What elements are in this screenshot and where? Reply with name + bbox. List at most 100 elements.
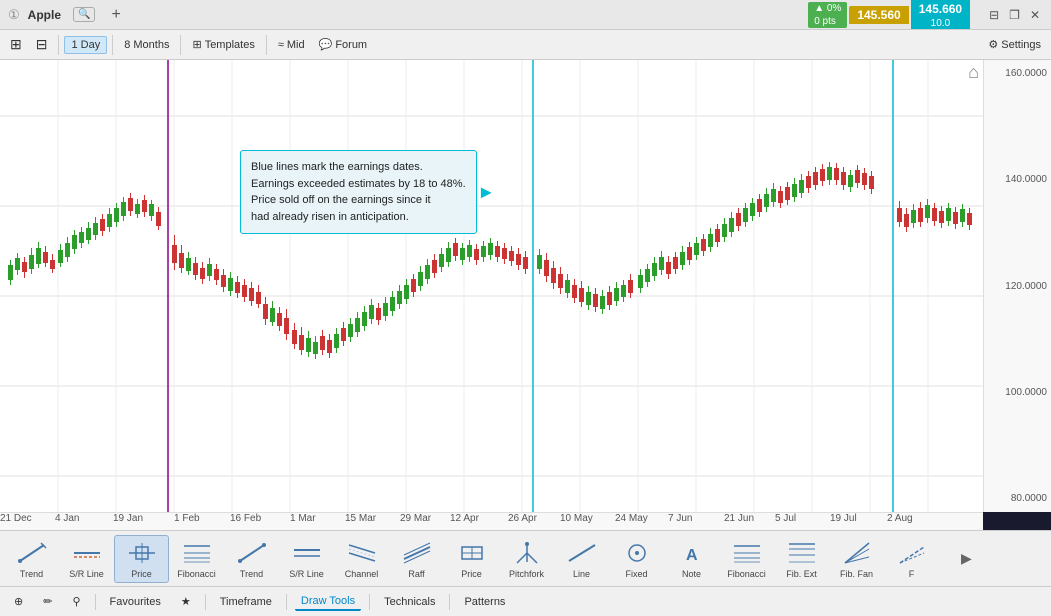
- chart-container: Blue lines mark the earnings dates.Earni…: [0, 60, 1051, 512]
- favourites-tab[interactable]: Favourites: [104, 594, 167, 610]
- x-label-1feb: 1 Feb: [174, 513, 200, 524]
- annotation-text: Blue lines mark the earnings dates.Earni…: [251, 161, 466, 223]
- draw-tools-tab[interactable]: Draw Tools: [295, 593, 361, 611]
- candles-december: [8, 242, 55, 285]
- star-button[interactable]: ★: [175, 593, 197, 610]
- magnet-tool-button[interactable]: ⚲: [66, 593, 86, 610]
- sr-line2-icon: [291, 539, 323, 567]
- mid-label: Mid: [287, 39, 305, 51]
- toolbar: ⊞ ⊟ 1 Day 8 Months ⊞ Templates ≈ Mid 💬 F…: [0, 30, 1051, 60]
- status-bar: ⊕ ✏ ⚲ Favourites ★ Timeframe Draw Tools …: [0, 586, 1051, 616]
- price-info: ▲ 0% 0 pts 145.560 145.660 10.0: [808, 0, 970, 29]
- minimize-button[interactable]: ⊟: [986, 8, 1002, 22]
- f-icon: [896, 539, 928, 567]
- y-label-100: 100.0000: [988, 387, 1047, 398]
- pitchfork-icon: [511, 539, 543, 567]
- y-label-120: 120.0000: [988, 281, 1047, 292]
- x-label-21jun: 21 Jun: [724, 513, 754, 524]
- tool-sr-line2-label: S/R Line: [289, 569, 324, 579]
- tool-trend2[interactable]: Trend: [224, 535, 279, 583]
- tool-pitchfork[interactable]: Pitchfork: [499, 535, 554, 583]
- tool-trend1[interactable]: Trend: [4, 535, 59, 583]
- search-button[interactable]: 🔍: [73, 7, 95, 22]
- forum-label: Forum: [335, 39, 367, 51]
- draw-tools-label: Draw Tools: [301, 595, 355, 607]
- tool-fibonacci2[interactable]: Fibonacci: [719, 535, 774, 583]
- timeframe-tab[interactable]: Timeframe: [214, 594, 278, 610]
- tool-line[interactable]: Line: [554, 535, 609, 583]
- x-label-19jul: 19 Jul: [830, 513, 857, 524]
- cursor-tool-button[interactable]: ⊕: [8, 593, 29, 610]
- tool-fib-ext[interactable]: Fib. Ext: [774, 535, 829, 583]
- y-label-80: 80.0000: [988, 493, 1047, 504]
- fib-fan-icon: [841, 539, 873, 567]
- drawing-tools-toolbar: Trend S/R Line Price Fibonacci Trend: [0, 530, 1051, 586]
- mid-button[interactable]: ≈ Mid: [272, 37, 311, 53]
- templates-button[interactable]: ⊞ Templates: [186, 36, 260, 53]
- patterns-tab[interactable]: Patterns: [458, 594, 511, 610]
- tool-f-label: F: [909, 569, 915, 579]
- home-button[interactable]: ⌂: [968, 62, 979, 83]
- x-label-1mar: 1 Mar: [290, 513, 316, 524]
- x-label-19jan: 19 Jan: [113, 513, 143, 524]
- tool-sr-line1[interactable]: S/R Line: [59, 535, 114, 583]
- tool-sr-line2[interactable]: S/R Line: [279, 535, 334, 583]
- chart-main[interactable]: Blue lines mark the earnings dates.Earni…: [0, 60, 983, 512]
- settings-button[interactable]: ⚙ Settings: [982, 36, 1047, 53]
- svg-text:▶: ▶: [961, 550, 972, 566]
- tool-price2-label: Price: [461, 569, 482, 579]
- grid-toggle-button[interactable]: ⊞: [4, 34, 28, 55]
- tool-scroll-right[interactable]: ▶: [939, 535, 994, 583]
- forum-button[interactable]: 💬 Forum: [313, 36, 373, 53]
- technicals-tab[interactable]: Technicals: [378, 594, 441, 610]
- favourites-label: Favourites: [110, 596, 161, 608]
- window-controls: ⊟ ❐ ✕: [986, 8, 1043, 22]
- tool-fixed-label: Fixed: [625, 569, 647, 579]
- line-icon: [566, 539, 598, 567]
- maximize-button[interactable]: ❐: [1006, 8, 1023, 22]
- tool-trend2-label: Trend: [240, 569, 263, 579]
- pen-icon: ✏: [43, 595, 52, 608]
- x-label-2aug: 2 Aug: [887, 513, 913, 524]
- settings-label: Settings: [1001, 39, 1041, 51]
- fib-ext-icon: [786, 539, 818, 567]
- x-label-16feb: 16 Feb: [230, 513, 261, 524]
- x-label-4jan: 4 Jan: [55, 513, 79, 524]
- app-title: Apple: [28, 8, 61, 22]
- price-icon: [126, 539, 158, 567]
- y-label-160: 160.0000: [988, 68, 1047, 79]
- window-icon: ①: [8, 7, 20, 23]
- tool-trend1-label: Trend: [20, 569, 43, 579]
- mid-icon: ≈: [278, 39, 284, 51]
- tool-price2[interactable]: Price: [444, 535, 499, 583]
- pen-tool-button[interactable]: ✏: [37, 593, 58, 610]
- new-tab-button[interactable]: +: [111, 6, 120, 24]
- tool-fib-fan[interactable]: Fib. Fan: [829, 535, 884, 583]
- technicals-label: Technicals: [384, 596, 435, 608]
- tool-fibonacci1[interactable]: Fibonacci: [169, 535, 224, 583]
- trend-icon: [16, 539, 48, 567]
- tool-fibonacci2-label: Fibonacci: [727, 569, 766, 579]
- fixed-icon: [621, 539, 653, 567]
- tool-f[interactable]: F: [884, 535, 939, 583]
- tool-channel-label: Channel: [345, 569, 379, 579]
- layout-button[interactable]: ⊟: [30, 34, 54, 55]
- tool-raff[interactable]: Raff: [389, 535, 444, 583]
- tool-raff-label: Raff: [408, 569, 424, 579]
- close-button[interactable]: ✕: [1027, 8, 1043, 22]
- tool-fixed[interactable]: Fixed: [609, 535, 664, 583]
- tool-price[interactable]: Price: [114, 535, 169, 583]
- tool-note-label: Note: [682, 569, 701, 579]
- scroll-right-icon: ▶: [959, 545, 975, 573]
- tool-channel[interactable]: Channel: [334, 535, 389, 583]
- price-bid: 145.560: [849, 6, 908, 24]
- x-label-12apr: 12 Apr: [450, 513, 479, 524]
- channel-icon: [346, 539, 378, 567]
- chart-svg: [0, 60, 983, 512]
- timeframe-1day-button[interactable]: 1 Day: [64, 36, 107, 54]
- tool-note[interactable]: A Note: [664, 535, 719, 583]
- x-label-24may: 24 May: [615, 513, 648, 524]
- months-button[interactable]: 8 Months: [118, 37, 175, 53]
- y-axis: 160.0000 140.0000 120.0000 100.0000 80.0…: [983, 60, 1051, 512]
- raff-icon: [401, 539, 433, 567]
